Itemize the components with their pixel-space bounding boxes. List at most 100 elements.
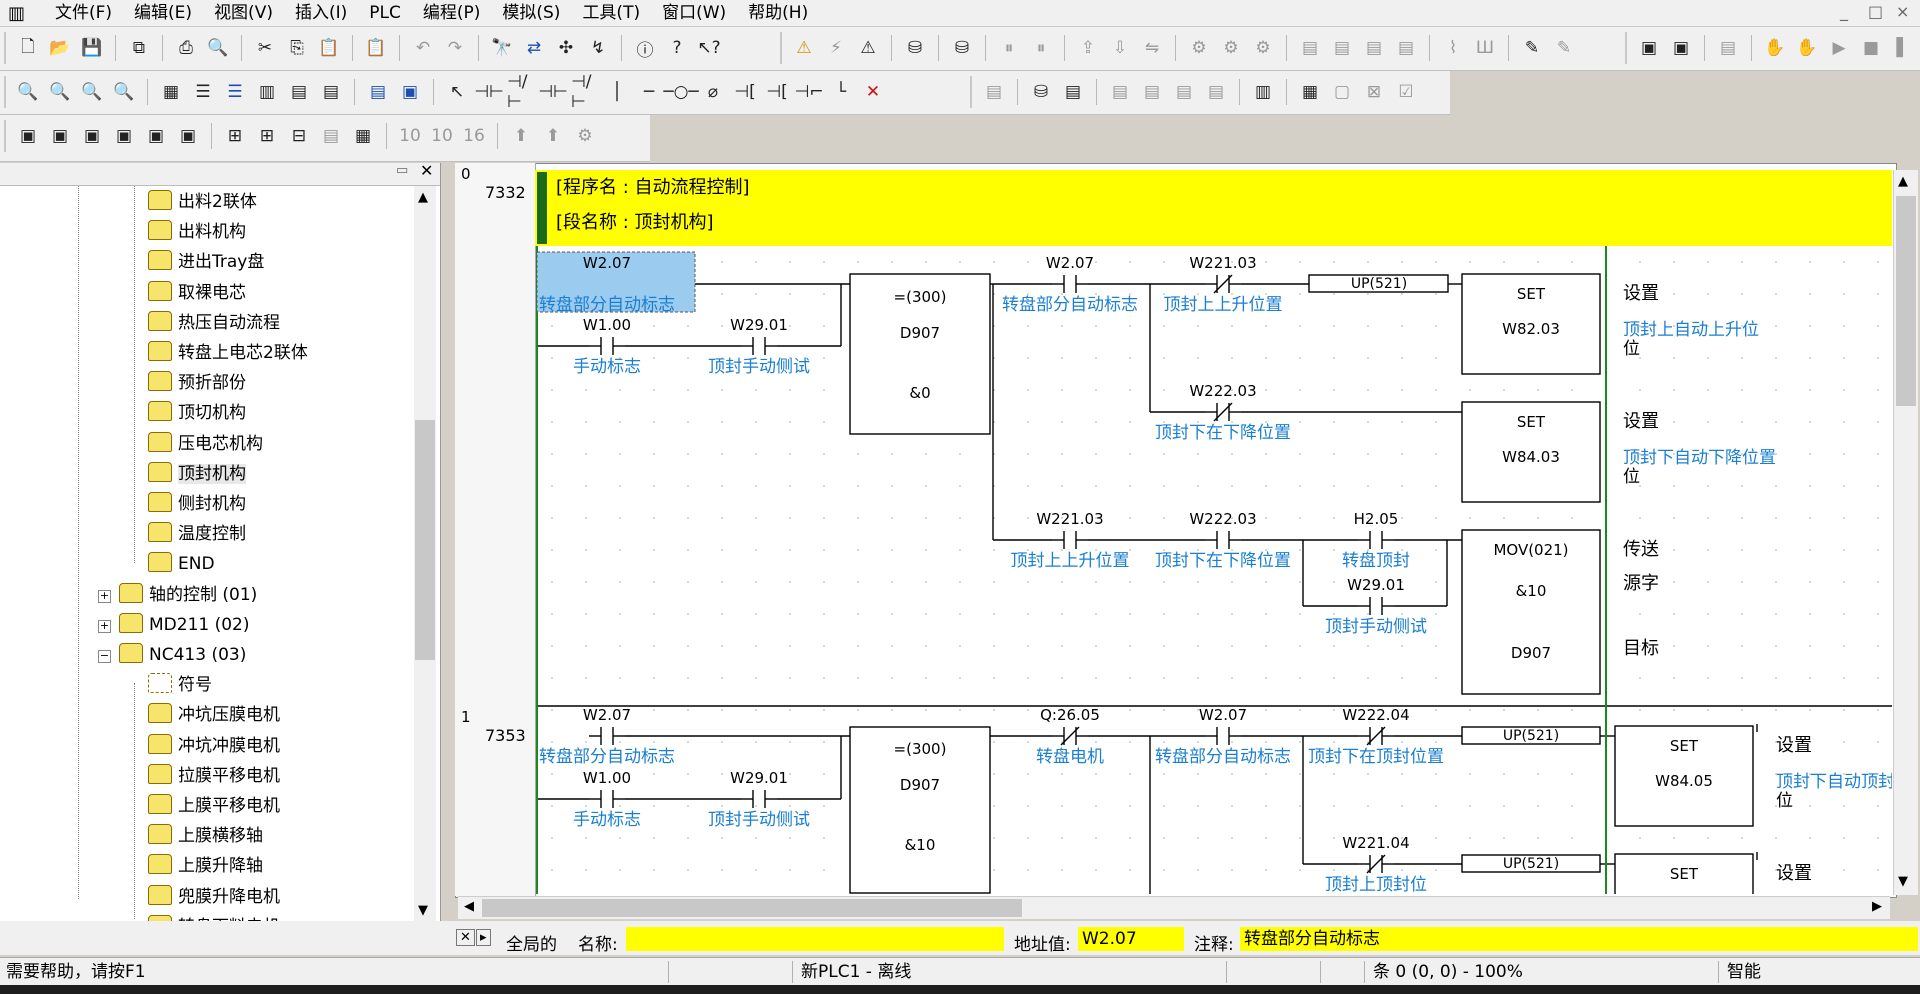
expand-icon[interactable]: + [98,619,111,633]
find-icon[interactable]: 🔭 [488,34,516,62]
collapse-icon[interactable]: − [98,650,111,663]
close-pane-icon[interactable]: ✕ [420,161,433,180]
local-symbols-icon[interactable]: ⊞ [253,122,281,150]
tree-item[interactable]: + 轴的控制 (01) [98,580,257,610]
redo-icon[interactable]: ↷ [441,34,469,62]
delete-line-icon[interactable]: ✕ [859,78,887,106]
table-check-icon[interactable]: ☑ [1392,78,1420,106]
tree-item[interactable]: 温度控制 [148,519,246,549]
tree-item[interactable]: END [148,549,215,579]
radix-10-icon[interactable]: 10 [396,122,424,150]
table-add-icon[interactable]: ▢ [1328,78,1356,106]
sim-run-icon[interactable]: ▶ [1825,34,1853,62]
set-icon[interactable]: ▤ [1296,34,1324,62]
show-comments-icon[interactable]: ☰ [189,78,217,106]
dock-panel-icon[interactable]: ▸ [476,929,491,946]
tree-item[interactable]: 顶封机构 [148,459,246,489]
menu-simulate[interactable]: 模拟(S) [491,2,571,24]
watch-edit-icon[interactable]: ▤ [1202,78,1230,106]
sim-icon[interactable]: ▤ [364,78,392,106]
plc-mode-icon[interactable]: ⛁ [948,34,976,62]
print-icon[interactable]: ⎙ [172,34,200,62]
scroll-right-icon[interactable]: ▶ [1872,899,1882,914]
close-button[interactable]: × [1896,2,1909,21]
project-window-icon[interactable]: ▣ [14,122,42,150]
radix-16-icon[interactable]: 16 [460,122,488,150]
restore-button[interactable]: □ [1868,2,1883,21]
force-on-icon[interactable]: ⚙ [1185,34,1213,62]
line-connect-icon[interactable]: ⊣⌐ [794,78,823,106]
properties-icon[interactable]: ▣ [174,122,202,150]
table-view-icon[interactable]: ▦ [1296,78,1324,106]
app-icon[interactable]: ▥ [8,3,25,24]
warning-icon[interactable]: ⚠ [790,34,818,62]
tree-scroll-down-icon[interactable]: ▼ [418,903,428,918]
ladder-view-icon[interactable]: ▦ [349,122,377,150]
ladder-vscroll-thumb[interactable] [1896,196,1916,406]
differentiate-icon[interactable]: ⌇ [1439,34,1467,62]
grid-icon[interactable]: ▦ [157,78,185,106]
ladder-horizontal-scrollbar[interactable]: ◀ ▶ [458,896,1890,919]
mnemonics-icon[interactable]: ▤ [317,122,345,150]
tree-item[interactable]: 冲坑冲膜电机 [148,731,280,761]
tree-item[interactable]: 压电芯机构 [148,429,263,459]
monitor-icon[interactable]: ⛁ [901,34,929,62]
contact-or-nc-icon[interactable]: ⊣/⊢ [571,72,599,112]
menu-file[interactable]: 文件(F) [44,2,123,24]
undo-icon[interactable]: ↶ [409,34,437,62]
ladder-vertical-scrollbar[interactable]: ▲ ▼ [1893,170,1918,895]
pin-icon[interactable]: ▭ [396,163,408,178]
tree-item[interactable]: 侧封机构 [148,489,246,519]
paste-icon[interactable]: 📋 [315,34,343,62]
menu-insert[interactable]: 插入(I) [284,2,358,24]
force-clear-icon[interactable]: ⚙ [571,122,599,150]
contact-nc-icon[interactable]: ⊣/⊢ [507,72,535,112]
open-folder-icon[interactable]: 📂 [46,34,74,62]
coil-nc-icon[interactable]: ⌀ [699,78,727,106]
tree-item[interactable]: 上膜平移电机 [148,791,280,821]
scroll-up-icon[interactable]: ▲ [1898,174,1908,189]
force-cancel-icon[interactable]: ⚙ [1249,34,1277,62]
online-edit-cancel-icon[interactable]: ✎ [1550,34,1578,62]
ladder-diagram[interactable]: W2.07转盘部分自动标志W1.00手动标志W29.01顶封手动侧试=(300)… [535,246,1892,894]
sim-step-icon[interactable]: ✋ [1761,34,1789,62]
save-icon[interactable]: 💾 [78,34,106,62]
time-chart-icon[interactable]: Ш [1471,34,1499,62]
show-symbol-icon[interactable]: ▤ [317,78,345,106]
tree-item[interactable]: 出料2联体 [148,187,257,217]
sim-scan-icon[interactable]: ✋ [1793,34,1821,62]
tree-item[interactable]: + MD211 (02) [98,610,250,640]
watch-icon[interactable]: ▤ [1106,78,1134,106]
set-value-icon[interactable]: ▤ [1360,34,1388,62]
zoom-icon[interactable]: 🔍 [78,78,106,106]
symbols-icon[interactable]: ⊞ [221,122,249,150]
compare-icon[interactable]: ⧉ [125,34,153,62]
change-value-icon[interactable]: ▤ [1392,34,1420,62]
tree-item[interactable]: 上膜升降轴 [148,851,263,881]
cross-reference-icon[interactable]: ✣ [552,34,580,62]
connect-icon[interactable]: ⚠ [854,34,882,62]
show-list-icon[interactable]: ☰ [221,78,249,106]
simulation-icon[interactable]: ▣ [1635,34,1663,62]
address-window-icon[interactable]: ▣ [110,122,138,150]
table-remove-icon[interactable]: ⊠ [1360,78,1388,106]
print-preview-icon[interactable]: 🔍 [204,34,232,62]
section-view-icon[interactable]: ▥ [1249,78,1277,106]
scroll-down-icon[interactable]: ▼ [1898,874,1908,889]
watch-window-icon[interactable]: ▣ [78,122,106,150]
sim-window-icon[interactable]: ▤ [1714,34,1742,62]
minimize-button[interactable]: _ [1840,2,1848,21]
watch-add-icon[interactable]: ▤ [1138,78,1166,106]
menu-program[interactable]: 编程(P) [412,2,492,24]
show-ladder-icon[interactable]: ▤ [285,78,313,106]
transfer-to-plc-icon[interactable]: ⇪ [1074,34,1102,62]
zoom-in-icon[interactable]: 🔍 [46,78,74,106]
cut-icon[interactable]: ✂ [251,34,279,62]
contact-or-icon[interactable]: ⊣⊢ [538,78,568,106]
instruction-or-icon[interactable]: ⊣[ [763,78,791,106]
name-field[interactable] [626,927,1004,951]
zoom-out-icon[interactable]: 🔍 [110,78,138,106]
menu-help[interactable]: 帮助(H) [737,2,819,24]
online-icon[interactable]: ⚡ [822,34,850,62]
radix-10-signed-icon[interactable]: 10 [428,122,456,150]
